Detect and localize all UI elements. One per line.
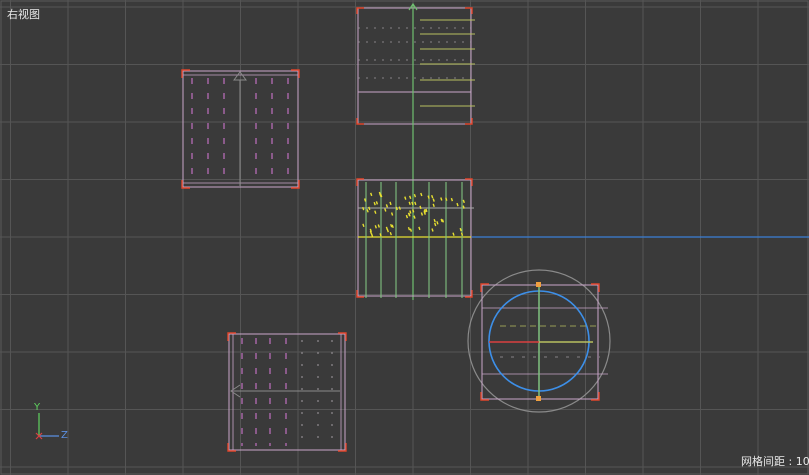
right-viewport[interactable]: 右视图 Y Z 网格间距 : 100 cm	[0, 0, 809, 475]
handle-icon[interactable]	[536, 282, 541, 287]
view-name-label: 右视图	[7, 8, 40, 21]
axis-y-label: Y	[34, 402, 41, 413]
axis-z-label: Z	[61, 430, 68, 441]
handle-icon[interactable]	[536, 396, 541, 401]
viewport-canvas[interactable]	[0, 0, 809, 475]
grid-spacing-label: 网格间距 : 100 cm	[741, 455, 809, 468]
